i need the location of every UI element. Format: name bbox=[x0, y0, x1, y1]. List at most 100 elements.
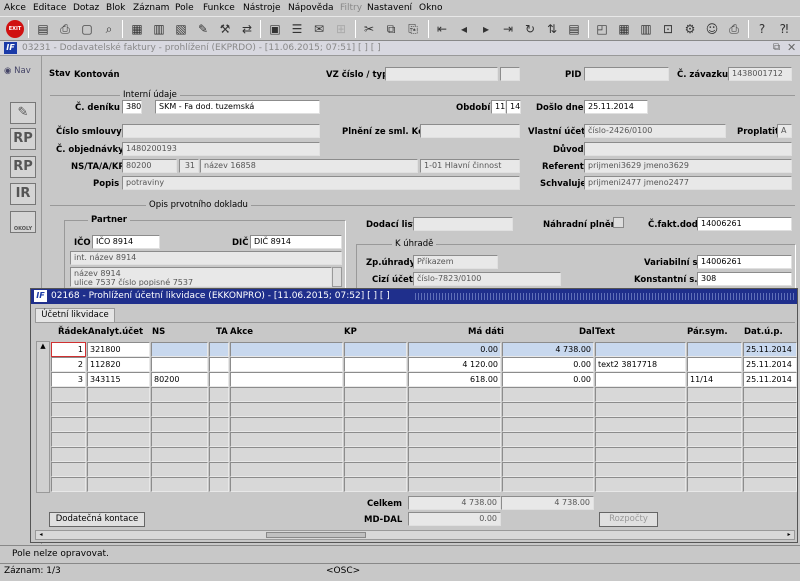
print-icon[interactable]: ⎙ bbox=[56, 20, 74, 38]
cell-ta[interactable] bbox=[209, 387, 229, 402]
prev-record-icon[interactable]: ◂ bbox=[455, 20, 473, 38]
cell-radek[interactable] bbox=[51, 432, 86, 447]
rozpocty-button[interactable]: Rozpočty bbox=[599, 512, 658, 527]
cell-dal[interactable] bbox=[502, 387, 594, 402]
cell-text[interactable] bbox=[595, 417, 686, 432]
proplatit-field[interactable]: A bbox=[777, 124, 792, 138]
mail-icon[interactable]: ✉ bbox=[310, 20, 328, 38]
cell-radek[interactable] bbox=[51, 417, 86, 432]
menu-editace[interactable]: Editace bbox=[33, 3, 66, 13]
settings-icon[interactable]: ⚙ bbox=[681, 20, 699, 38]
ico-field[interactable]: IČO 8914 bbox=[92, 235, 160, 249]
cell-ns[interactable] bbox=[151, 447, 208, 462]
cell-radek[interactable] bbox=[51, 477, 86, 492]
cell-ns[interactable] bbox=[151, 432, 208, 447]
cell-radek[interactable] bbox=[51, 447, 86, 462]
cell-ns[interactable] bbox=[151, 342, 208, 357]
cell-ta[interactable] bbox=[209, 342, 229, 357]
cell-kp[interactable] bbox=[344, 357, 407, 372]
cell-text[interactable] bbox=[595, 372, 686, 387]
konst-field[interactable]: 308 bbox=[697, 272, 792, 286]
restore-icon[interactable]: ⧉ bbox=[773, 42, 780, 53]
cell-kp[interactable] bbox=[344, 447, 407, 462]
cell-madati[interactable] bbox=[408, 417, 501, 432]
cell-parsym[interactable] bbox=[687, 447, 742, 462]
rp-side-button-1[interactable]: RP bbox=[10, 128, 36, 150]
close-icon[interactable]: ✕ bbox=[787, 41, 796, 54]
cell-dal[interactable]: 0.00 bbox=[502, 357, 594, 372]
cell-dal[interactable] bbox=[502, 417, 594, 432]
edit-side-button[interactable]: ✎ bbox=[10, 102, 36, 124]
cell-datup[interactable] bbox=[743, 432, 797, 447]
cell-analyt[interactable] bbox=[87, 387, 150, 402]
dodaci-field[interactable] bbox=[413, 217, 513, 231]
cell-madati[interactable] bbox=[408, 402, 501, 417]
cell-dal[interactable] bbox=[502, 447, 594, 462]
cell-kp[interactable] bbox=[344, 432, 407, 447]
paste-icon[interactable]: ⎘ bbox=[404, 20, 422, 38]
scroll-right-icon[interactable]: ▸ bbox=[784, 531, 794, 539]
cell-ns[interactable] bbox=[151, 462, 208, 477]
dic-field[interactable]: DIČ 8914 bbox=[250, 235, 342, 249]
cell-analyt[interactable] bbox=[87, 447, 150, 462]
cell-ns[interactable] bbox=[151, 477, 208, 492]
cfakt-field[interactable]: 14006261 bbox=[697, 217, 792, 231]
cell-akce[interactable] bbox=[230, 342, 343, 357]
cell-radek[interactable]: 1 bbox=[51, 342, 86, 357]
cell-analyt[interactable]: 343115 bbox=[87, 372, 150, 387]
cell-datup[interactable] bbox=[743, 402, 797, 417]
cell-madati[interactable] bbox=[408, 477, 501, 492]
cell-akce[interactable] bbox=[230, 447, 343, 462]
cizi-field[interactable]: číslo-7823/0100 bbox=[413, 272, 561, 286]
obdobi-month-field[interactable]: 11 bbox=[491, 100, 506, 114]
menu-zaznam[interactable]: Záznam bbox=[133, 3, 169, 13]
cut-icon[interactable]: ✂ bbox=[360, 20, 378, 38]
zavazku-field[interactable]: 1438001712 bbox=[728, 67, 792, 81]
row-scrollbar[interactable]: ▲ bbox=[36, 341, 50, 493]
a-field[interactable]: název 16858 bbox=[200, 159, 418, 173]
list-icon[interactable]: ☰ bbox=[288, 20, 306, 38]
cell-text[interactable]: text2 3817718 bbox=[595, 357, 686, 372]
cell-madati[interactable] bbox=[408, 387, 501, 402]
kp-field[interactable]: 1-01 Hlavní činnost bbox=[420, 159, 520, 173]
okoly-side-button[interactable]: OKOLY bbox=[10, 211, 36, 233]
cell-datup[interactable]: 25.11.2014 bbox=[743, 342, 797, 357]
cell-ns[interactable]: 80200 bbox=[151, 372, 208, 387]
ns-field[interactable]: 80200 bbox=[122, 159, 177, 173]
duvod-field[interactable] bbox=[584, 142, 792, 156]
cell-ns[interactable] bbox=[151, 417, 208, 432]
cell-ns[interactable] bbox=[151, 357, 208, 372]
schvaluje-field[interactable]: prijmeni2477 jmeno2477 bbox=[584, 176, 792, 190]
scroll-up-icon[interactable]: ▲ bbox=[37, 342, 49, 350]
first-record-icon[interactable]: ⇤ bbox=[433, 20, 451, 38]
dodatecna-kontace-button[interactable]: Dodatečná kontace bbox=[49, 512, 145, 527]
cell-analyt[interactable] bbox=[87, 462, 150, 477]
cell-analyt[interactable] bbox=[87, 432, 150, 447]
obdobi-year-field[interactable]: 14 bbox=[506, 100, 521, 114]
cell-dal[interactable] bbox=[502, 477, 594, 492]
cell-radek[interactable] bbox=[51, 387, 86, 402]
save-icon[interactable]: ▤ bbox=[34, 20, 52, 38]
cell-kp[interactable] bbox=[344, 462, 407, 477]
menu-filtry[interactable]: Filtry bbox=[340, 3, 362, 13]
pid-field[interactable] bbox=[584, 67, 669, 81]
cell-text[interactable] bbox=[595, 342, 686, 357]
cell-kp[interactable] bbox=[344, 342, 407, 357]
cell-dal[interactable] bbox=[502, 402, 594, 417]
cell-ta[interactable] bbox=[209, 477, 229, 492]
menu-okno[interactable]: Okno bbox=[419, 3, 443, 13]
menu-akce[interactable]: Akce bbox=[4, 3, 26, 13]
cell-radek[interactable] bbox=[51, 462, 86, 477]
cell-parsym[interactable]: 11/14 bbox=[687, 372, 742, 387]
cell-ta[interactable] bbox=[209, 357, 229, 372]
vz-number-field[interactable] bbox=[385, 67, 498, 81]
cell-kp[interactable] bbox=[344, 402, 407, 417]
document-icon[interactable]: ▢ bbox=[78, 20, 96, 38]
report-icon[interactable]: ▤ bbox=[565, 20, 583, 38]
last-record-icon[interactable]: ⇥ bbox=[499, 20, 517, 38]
cell-parsym[interactable] bbox=[687, 342, 742, 357]
cell-ns[interactable] bbox=[151, 387, 208, 402]
cell-text[interactable] bbox=[595, 402, 686, 417]
grid-icon[interactable]: ▦ bbox=[615, 20, 633, 38]
cell-analyt[interactable] bbox=[87, 417, 150, 432]
